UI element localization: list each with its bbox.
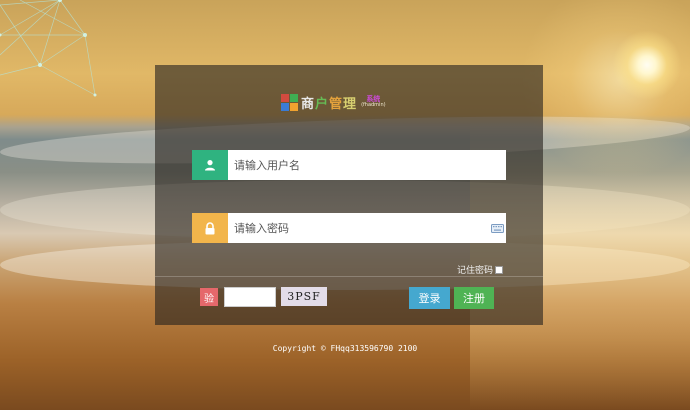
login-button[interactable]: 登录 xyxy=(409,287,450,309)
keyboard-icon[interactable] xyxy=(488,213,506,243)
logo-grid-icon xyxy=(281,93,298,111)
copyright-text: Copyright © FHqq313596790 2100 xyxy=(272,344,418,353)
app-subtitle: 系统 (fhadmin) xyxy=(361,96,386,108)
app-title-char: 商 xyxy=(301,96,316,112)
username-input[interactable] xyxy=(228,150,506,180)
login-panel: 商户管理 系统 (fhadmin) 记住密码 验 3PSF 登录 注册 xyxy=(155,65,543,325)
user-icon xyxy=(192,150,228,180)
divider xyxy=(155,276,543,277)
sun xyxy=(612,30,682,100)
captcha-icon: 验 xyxy=(200,288,218,306)
remember-label: 记住密码 xyxy=(456,266,493,276)
username-field xyxy=(192,150,506,180)
password-input[interactable] xyxy=(228,213,488,243)
lock-icon xyxy=(192,213,228,243)
logo-square xyxy=(281,93,289,102)
logo-square xyxy=(290,93,298,102)
app-title-char: 管 xyxy=(329,96,344,112)
logo-square xyxy=(290,102,298,111)
captcha-image[interactable]: 3PSF xyxy=(281,287,327,306)
app-logo: 商户管理 系统 (fhadmin) xyxy=(281,92,421,112)
network-decoration xyxy=(0,0,97,97)
app-title-char: 户 xyxy=(315,96,330,112)
remember-checkbox[interactable] xyxy=(495,265,503,274)
register-button[interactable]: 注册 xyxy=(454,287,494,309)
logo-square xyxy=(281,102,289,111)
app-subtitle-bottom: (fhadmin) xyxy=(361,102,386,108)
remember-password[interactable]: 记住密码 xyxy=(457,263,503,276)
password-field xyxy=(192,213,506,243)
app-title: 商户管理 xyxy=(301,93,357,112)
app-title-char: 理 xyxy=(343,96,358,112)
captcha-input[interactable] xyxy=(224,287,276,307)
